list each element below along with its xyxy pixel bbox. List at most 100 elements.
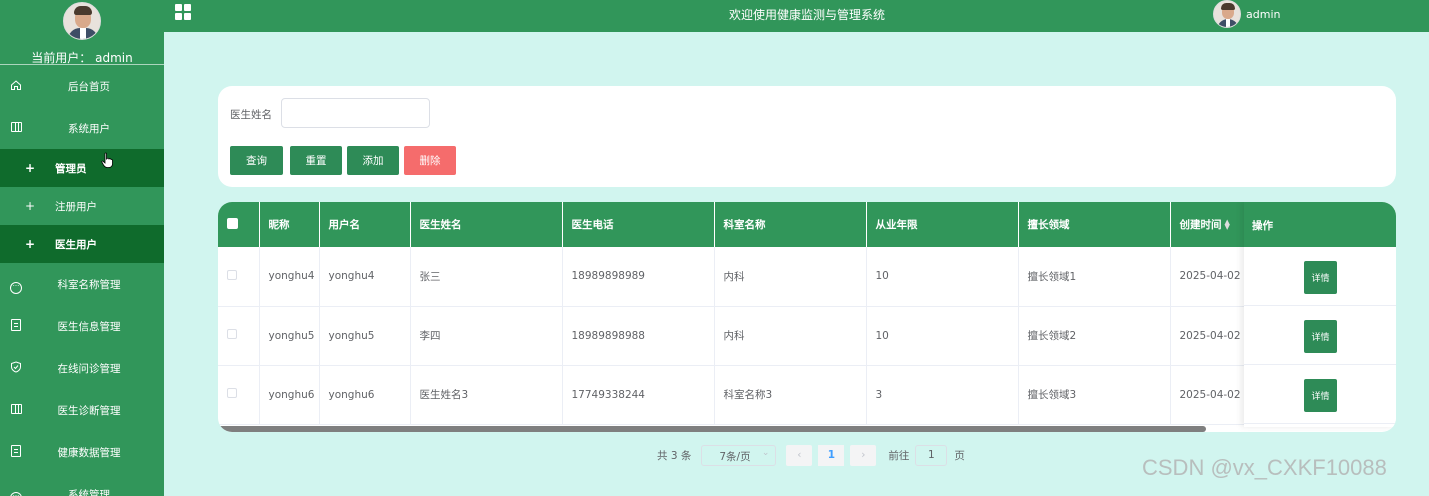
goto-label: 前往 — [888, 450, 910, 462]
table-header-row: 昵称 用户名 医生姓名 医生电话 科室名称 从业年限 擅长领域 创建时间 ▲ ▼ — [218, 202, 1384, 247]
chevron-right-icon: › — [861, 449, 866, 461]
prev-page-button[interactable]: ‹ — [786, 445, 813, 466]
table-row: yonghu6 yonghu6 医生姓名3 17749338244 科室名称3 … — [218, 365, 1384, 425]
table-row: yonghu5 yonghu5 李四 18989898988 内科 10 擅长领… — [218, 306, 1384, 366]
sidebar-subitem-registered-users[interactable]: + 注册用户 — [0, 187, 164, 225]
username-cell: yonghu5 — [319, 306, 411, 366]
doctor-name-cell: 张三 — [410, 247, 563, 307]
sidebar: 当前用户： admin 后台首页 系统用户 + 管理员 + 注册用户 + 医生用… — [0, 0, 164, 496]
query-button[interactable]: 查询 — [230, 146, 283, 175]
horizontal-scrollbar[interactable] — [218, 426, 1206, 432]
columns-icon — [9, 403, 23, 417]
plus-icon: + — [25, 199, 36, 213]
column-header: 操作 — [1244, 202, 1396, 247]
sidebar-item-label: 医生信息管理 — [57, 320, 121, 333]
chat-icon: ··· — [9, 277, 23, 294]
row-select-cell[interactable] — [218, 365, 260, 425]
nickname-cell: yonghu4 — [259, 247, 320, 307]
column-header: 科室名称 — [714, 202, 867, 247]
column-header: 昵称 — [259, 202, 320, 247]
sidebar-item-doctor-info-management[interactable]: 医生信息管理 — [0, 305, 164, 347]
sidebar-item-label: 后台首页 — [68, 80, 110, 93]
data-table-panel: 昵称 用户名 医生姓名 医生电话 科室名称 从业年限 擅长领域 创建时间 ▲ ▼ y… — [218, 202, 1396, 432]
table-row: yonghu4 yonghu4 张三 18989898989 内科 10 擅长领… — [218, 247, 1384, 307]
delete-button[interactable]: 删除 — [404, 146, 456, 175]
dept-cell: 科室名称3 — [714, 365, 867, 425]
sort-icon[interactable]: ▲ ▼ — [1225, 219, 1230, 231]
phone-cell: 18989898988 — [562, 306, 715, 366]
username-cell: yonghu4 — [319, 247, 411, 307]
column-header: 医生姓名 — [410, 202, 563, 247]
goto-page-input[interactable]: 1 — [915, 445, 948, 466]
column-header: 擅长领域 — [1018, 202, 1171, 247]
sidebar-subitem-admin[interactable]: + 管理员 — [0, 149, 164, 187]
sidebar-item-label: 系统管理 — [68, 488, 110, 496]
hand-cursor-icon — [101, 152, 113, 168]
sidebar-item-label: 系统用户 — [68, 122, 110, 135]
doctor-name-cell: 医生姓名3 — [410, 365, 563, 425]
sidebar-subitem-doctor-users[interactable]: + 医生用户 — [0, 225, 164, 263]
username: admin — [1246, 7, 1281, 21]
column-header-label: 创建时间 — [1179, 219, 1222, 231]
page-suffix: 页 — [954, 450, 965, 462]
row-select-cell[interactable] — [218, 306, 260, 366]
row-checkbox[interactable] — [227, 388, 237, 398]
select-all-cell[interactable] — [218, 202, 260, 247]
field-cell: 擅长领域3 — [1018, 365, 1171, 425]
columns-icon — [9, 121, 23, 135]
column-header: 医生电话 — [562, 202, 715, 247]
detail-button[interactable]: 详情 — [1304, 320, 1337, 353]
document-icon — [9, 445, 23, 459]
detail-button[interactable]: 详情 — [1304, 379, 1337, 412]
search-panel: 医生姓名 查询 重置 添加 删除 — [218, 86, 1396, 187]
sidebar-item-label: 医生诊断管理 — [57, 404, 121, 417]
dept-cell: 内科 — [714, 247, 867, 307]
sidebar-item-label: 在线问诊管理 — [57, 362, 121, 375]
document-icon — [9, 319, 23, 333]
field-cell: 擅长领域2 — [1018, 306, 1171, 366]
top-header: 欢迎使用健康监测与管理系统 admin — [164, 0, 1429, 32]
sidebar-item-system-users[interactable]: 系统用户 — [0, 107, 164, 149]
shield-icon — [9, 361, 23, 375]
page-number[interactable]: 1 — [818, 445, 845, 466]
sidebar-item-label: 科室名称管理 — [57, 278, 121, 291]
row-select-cell[interactable] — [218, 247, 260, 307]
sidebar-header: 当前用户： admin — [0, 0, 164, 65]
row-checkbox[interactable] — [227, 329, 237, 339]
select-all-checkbox[interactable] — [227, 217, 238, 229]
chat-icon: ··· — [9, 487, 23, 496]
field-cell: 擅长领域1 — [1018, 247, 1171, 307]
sidebar-item-label: 健康数据管理 — [57, 446, 121, 459]
sidebar-item-home[interactable]: 后台首页 — [0, 65, 164, 107]
plus-icon: + — [25, 237, 36, 251]
nickname-cell: yonghu6 — [259, 365, 320, 425]
actions-cell: 详情 — [1244, 365, 1396, 424]
sidebar-subitem-label: 注册用户 — [55, 200, 97, 213]
pagination: 共 3 条 7条/页 ⌄ ‹ 1 › 前往 1 页 — [657, 445, 965, 466]
sidebar-subitem-label: 医生用户 — [55, 238, 97, 251]
row-checkbox[interactable] — [227, 269, 237, 280]
phone-cell: 17749338244 — [562, 365, 715, 425]
sidebar-item-system-management[interactable]: ··· 系统管理 — [0, 473, 164, 496]
add-button[interactable]: 添加 — [347, 146, 399, 175]
years-cell: 10 — [866, 247, 1019, 307]
sidebar-item-online-consult-management[interactable]: 在线问诊管理 — [0, 347, 164, 389]
doctor-name-input[interactable] — [281, 98, 430, 128]
username-cell: yonghu6 — [319, 365, 411, 425]
phone-cell: 18989898989 — [562, 247, 715, 307]
page-size-select[interactable]: 7条/页 ⌄ — [701, 445, 777, 466]
reset-button[interactable]: 重置 — [290, 146, 342, 175]
detail-button[interactable]: 详情 — [1304, 261, 1337, 294]
sidebar-item-health-data-management[interactable]: 健康数据管理 — [0, 431, 164, 473]
chevron-left-icon: ‹ — [797, 449, 802, 461]
column-header: 从业年限 — [866, 202, 1019, 247]
years-cell: 3 — [866, 365, 1019, 425]
user-menu[interactable]: admin — [1213, 0, 1280, 28]
page-size-value: 7条/页 — [719, 451, 751, 463]
column-header: 用户名 — [319, 202, 411, 247]
actions-cell: 详情 — [1244, 306, 1396, 365]
doctor-name-cell: 李四 — [410, 306, 563, 366]
sidebar-item-doctor-diagnosis-management[interactable]: 医生诊断管理 — [0, 389, 164, 431]
sidebar-item-dept-management[interactable]: ··· 科室名称管理 — [0, 263, 164, 305]
next-page-button[interactable]: › — [850, 445, 877, 466]
